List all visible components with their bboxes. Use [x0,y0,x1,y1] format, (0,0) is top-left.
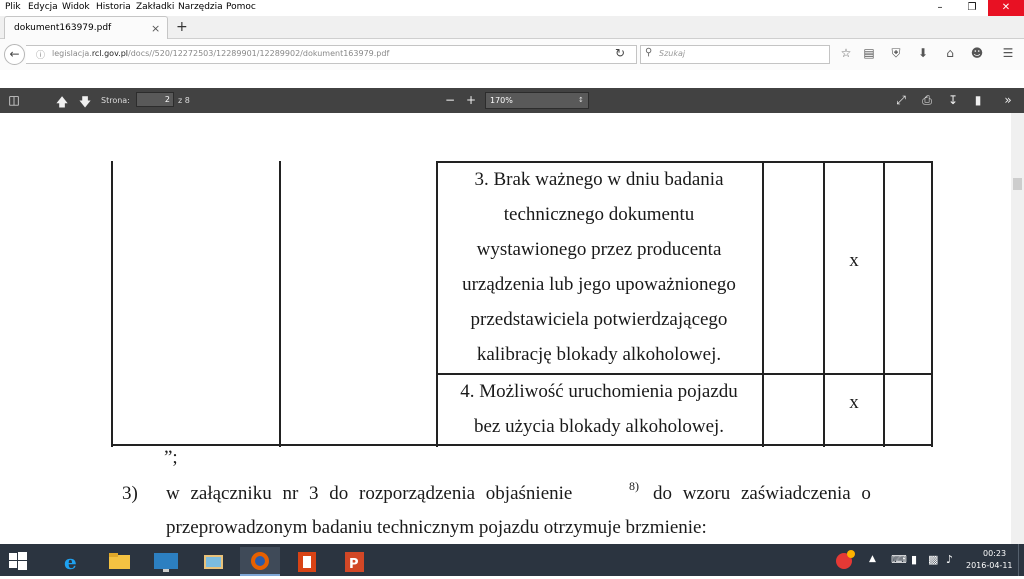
zoom-out-icon[interactable]: − [442,93,458,107]
back-arrow-icon[interactable]: ← [4,44,25,65]
print-icon[interactable]: ⎙ [919,93,935,108]
table-column-divider [883,161,885,447]
row4-mark: x [849,392,859,413]
zoom-dropdown-icon: ↕ [578,96,584,104]
bookmark-icon[interactable]: ▮ [970,93,986,107]
hamburger-menu-icon[interactable]: ☰ [1000,46,1016,60]
table-cell-row3: 3. Brak ważnego w dniu badania techniczn… [438,162,760,372]
menu-history[interactable]: Historia [96,2,131,12]
zoom-select[interactable]: 170% [485,92,589,109]
row3-line: wystawionego przez producenta [476,239,722,260]
table-border-bottom [111,444,933,446]
next-page-icon[interactable]: 🡇 [77,93,93,114]
window-controls: – ❐ ✕ [924,0,1024,16]
menu-edit[interactable]: Edycja [28,2,58,12]
show-desktop-button[interactable] [1018,544,1024,576]
internet-explorer-icon[interactable]: e [52,547,92,576]
menu-bar: Plik Edycja Widok Historia Zakładki Narz… [0,0,1024,16]
svg-text:e: e [64,550,77,574]
row4-line: 4. Możliwość uruchomienia pojazdu [460,381,738,402]
minimize-icon[interactable]: – [924,0,956,16]
menu-view[interactable]: Widok [62,2,90,12]
row3-line: urządzenia lub jego upoważnionego [462,274,736,295]
photos-icon[interactable] [193,547,233,576]
tab-close-icon[interactable]: × [151,22,160,35]
sidebar-toggle-icon[interactable]: ◫ [6,93,22,107]
search-placeholder: Szukaj [659,49,686,58]
reload-icon[interactable]: ↻ [615,46,625,60]
item-number: 3) [122,483,138,504]
table-cell-row4: 4. Możliwość uruchomienia pojazdu bez uż… [438,374,760,444]
new-tab-icon[interactable]: + [176,20,188,34]
zoom-in-icon[interactable]: + [463,93,479,107]
download-icon[interactable]: ↧ [945,93,961,107]
presentation-mode-icon[interactable]: ⤢ [893,93,909,108]
battery-icon[interactable]: ▮ [911,553,917,566]
page-number-input[interactable]: 2 [136,92,174,107]
windows-start-icon[interactable] [8,551,28,571]
item-text-end: do wzoru zaświadczenia o [653,483,871,504]
site-info-icon[interactable]: ⓘ [36,48,45,61]
closing-quote: ”; [164,447,178,468]
table-border-left [111,161,113,447]
table-column-divider [279,161,281,447]
table-border-right [931,161,933,447]
menu-file[interactable]: Plik [5,2,21,12]
reading-list-icon[interactable]: ▤ [861,46,877,60]
search-icon: ⚲ [645,47,653,58]
chat-icon[interactable]: ☻ [969,46,985,60]
clock-date[interactable]: 2016-04-11 [966,561,1013,570]
tools-menu-icon[interactable]: » [1000,93,1016,107]
lenovo-icon[interactable] [146,547,186,576]
notification-app-icon[interactable] [833,547,857,573]
network-icon[interactable]: ▩ [928,553,938,566]
toolbar-spacer [0,70,1024,88]
page-total: z 8 [178,96,190,105]
clock-time[interactable]: 00:23 [983,549,1006,558]
page-label: Strona: [101,96,130,105]
table-column-divider [762,161,764,447]
close-window-icon[interactable]: ✕ [988,0,1024,16]
volume-icon[interactable]: ♪ [946,553,953,566]
row4-line: bez użycia blokady alkoholowej. [473,416,725,437]
footnote-marker: 8) [629,479,639,493]
row3-line: 3. Brak ważnego w dniu badania [474,169,724,190]
previous-page-icon[interactable]: 🡅 [54,93,70,114]
bookmark-star-icon[interactable]: ☆ [838,46,854,60]
pocket-icon[interactable]: ⛨ [888,46,904,61]
row3-mark: x [849,250,859,271]
powerpoint-icon[interactable]: P [334,547,374,576]
scrollbar-thumb[interactable] [1013,178,1022,190]
tab-title: dokument163979.pdf [14,23,112,33]
item-text: w załączniku nr 3 do rozporządzenia obja… [166,483,573,504]
pdf-page: 3. Brak ważnego w dniu badania techniczn… [0,113,1011,544]
row3-line: kalibrację blokady alkoholowej. [476,344,722,365]
firefox-icon[interactable] [240,547,280,576]
menu-tools[interactable]: Narzędzia [178,2,223,12]
pdf-reader-icon[interactable] [287,547,327,576]
menu-bookmarks[interactable]: Zakładki [136,2,174,12]
url-text[interactable]: legislacja.rcl.gov.pl/docs//520/12272503… [52,49,389,58]
keyboard-icon[interactable]: ⌨ [891,553,907,566]
item-line2: przeprowadzonym badaniu technicznym poja… [166,517,707,538]
home-icon[interactable]: ⌂ [942,46,958,60]
maximize-icon[interactable]: ❐ [956,0,988,16]
downloads-icon[interactable]: ⬇ [915,46,931,60]
row3-line: technicznego dokumentu [503,204,695,225]
svg-text:P: P [349,557,359,572]
file-explorer-icon[interactable] [99,547,139,576]
show-hidden-icons[interactable]: ▲ [869,554,876,564]
menu-help[interactable]: Pomoc [226,2,256,12]
row3-line: przedstawiciela potwierdzającego [470,309,728,330]
